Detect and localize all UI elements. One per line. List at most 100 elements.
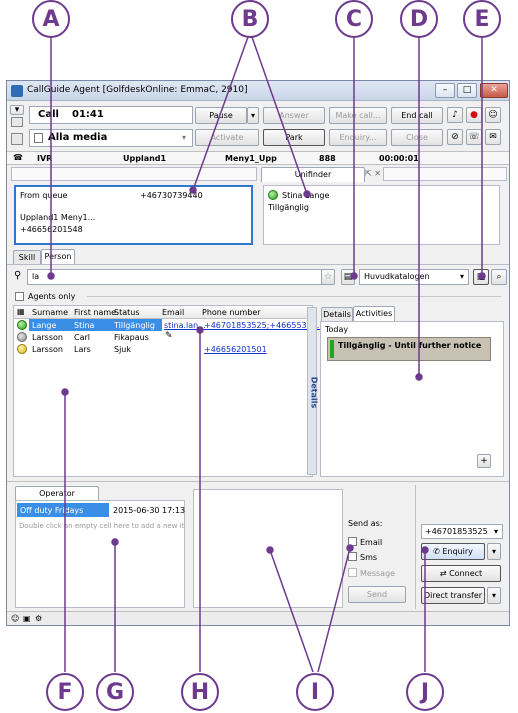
chat-icon[interactable]: ✉ xyxy=(485,129,501,145)
call-info-duration: 00:00:01 xyxy=(379,154,419,163)
contact-card-icon[interactable]: ▣ xyxy=(473,269,489,285)
music-note-icon[interactable]: ♪ xyxy=(447,107,463,123)
activity-text: Tillgänglig - Until further notice xyxy=(338,341,482,350)
operator-entry-row[interactable]: Off duty Fridays 2015-06-30 17:13 xyxy=(17,503,186,517)
email-note-icon[interactable]: ✎ xyxy=(165,331,173,341)
callout-h: H xyxy=(181,673,219,711)
transfer-divider xyxy=(415,485,416,609)
close-window-button[interactable]: ✕ xyxy=(480,83,508,98)
mute-icon[interactable]: ⊘ xyxy=(447,129,463,145)
direct-transfer-dropdown-button[interactable]: ▾ xyxy=(487,587,501,604)
card-icon[interactable]: ▣ xyxy=(23,614,31,623)
agent-status-icon[interactable]: ☺ xyxy=(485,107,501,123)
transfer-number: +46701853525 xyxy=(425,527,488,536)
unifinder-pin-close-icon[interactable]: ⇱ ✕ xyxy=(365,169,381,178)
tab-activities[interactable]: Activities xyxy=(353,306,395,321)
call-info-menu: Meny1_Upp xyxy=(225,154,277,163)
window-title: CallGuide Agent [GolfdeskOnline: EmmaC, … xyxy=(27,85,248,95)
tab-person[interactable]: Person xyxy=(41,249,75,264)
unifinder-name: Stina Lange xyxy=(282,191,330,200)
record-icon[interactable]: ● xyxy=(466,107,482,123)
search-input[interactable]: la xyxy=(27,269,329,285)
attachment-icon[interactable]: ⌕ xyxy=(491,269,507,285)
enquiry-dropdown-button[interactable]: ▾ xyxy=(487,543,501,560)
sms-checkbox[interactable] xyxy=(348,552,357,561)
restore-button[interactable]: □ xyxy=(457,83,477,98)
media-icon xyxy=(11,133,23,145)
activity-status-bar xyxy=(330,340,334,358)
callout-a: A xyxy=(32,0,70,38)
email-label: Email xyxy=(360,538,383,547)
available-status-icon xyxy=(268,190,278,200)
activate-button[interactable]: Activate xyxy=(195,129,259,146)
transfer-chevron-down-icon: ▾ xyxy=(494,527,499,536)
end-call-button[interactable]: End call xyxy=(391,107,443,124)
header-status[interactable]: Status xyxy=(114,308,140,317)
enquiry-button[interactable]: ✆ Enquiry xyxy=(421,543,485,560)
operator-entry-date: 2015-06-30 17:13 xyxy=(113,506,186,515)
search-value: la xyxy=(32,272,40,281)
status-bar: ☺ ▣ ⚙ xyxy=(7,611,509,625)
transfer-number-select[interactable]: +46701853525 ▾ xyxy=(421,524,503,539)
message-textarea[interactable] xyxy=(193,489,343,608)
column-config-icon[interactable]: ▦ xyxy=(17,307,25,316)
row-status: Sjuk xyxy=(114,345,132,354)
tab-skill[interactable]: Skill xyxy=(13,250,41,264)
unifinder-status: Tillgänglig xyxy=(268,203,309,212)
user-icon[interactable]: ☺ xyxy=(11,614,19,623)
settings-icon[interactable]: ⚙ xyxy=(35,614,42,623)
agents-only-checkbox[interactable] xyxy=(15,292,24,301)
connect-button[interactable]: ⇄ Connect xyxy=(421,565,501,582)
close-call-button[interactable]: Close xyxy=(391,129,443,146)
header-phone[interactable]: Phone number xyxy=(202,308,261,317)
media-select[interactable]: Alla media ▾ xyxy=(29,129,193,147)
row-status-break-icon xyxy=(17,332,27,342)
answer-button[interactable]: Answer xyxy=(263,107,325,124)
pause-button[interactable]: Pause xyxy=(195,107,247,124)
row-phone-link[interactable]: +46656201501 xyxy=(204,345,267,354)
pause-dropdown-button[interactable]: ▾ xyxy=(247,107,259,124)
table-row[interactable]: Larsson Carl Fikapaus ✎ xyxy=(14,331,312,343)
minimize-button[interactable]: – xyxy=(435,83,455,98)
headset-icon[interactable]: ☏ xyxy=(466,129,482,145)
tab-details[interactable]: Details xyxy=(321,307,353,321)
message-checkbox[interactable] xyxy=(348,568,357,577)
enquiry-phone-icon: ✆ xyxy=(433,547,443,556)
direct-transfer-button[interactable]: Direct transfer xyxy=(421,587,485,604)
queue-info-box: From queue +46730739440 Uppland1 Meny1..… xyxy=(14,185,253,245)
favorite-star-icon[interactable]: ☆ xyxy=(321,269,335,285)
title-bar: CallGuide Agent [GolfdeskOnline: EmmaC, … xyxy=(7,81,509,101)
call-icon xyxy=(11,117,23,127)
tab-unifinder[interactable]: Unifinder xyxy=(261,167,365,182)
header-surname[interactable]: Surname xyxy=(32,308,68,317)
operator-entry-text: Off duty Fridays xyxy=(20,506,84,515)
header-email[interactable]: Email xyxy=(162,308,184,317)
send-as-label: Send as: xyxy=(348,519,383,528)
make-call-button[interactable]: Make call... xyxy=(329,107,387,124)
table-row[interactable]: Larsson Lars Sjuk +46656201501 xyxy=(14,343,312,355)
details-side-tab[interactable]: Details xyxy=(307,307,318,475)
phone-icon: ☎ xyxy=(13,153,23,162)
add-activity-button[interactable]: + xyxy=(477,454,491,468)
connect-icon: ⇄ xyxy=(439,569,450,578)
unifinder-box: Stina Lange Tillgänglig xyxy=(263,185,500,245)
activity-item[interactable]: Tillgänglig - Until further notice xyxy=(327,337,491,361)
header-first-name[interactable]: First name xyxy=(74,308,116,317)
call-info-ivr: IVR xyxy=(37,154,53,163)
enquiry-label: Enquiry xyxy=(442,547,473,556)
row-status-available-icon xyxy=(17,320,27,330)
park-button[interactable]: Park xyxy=(263,129,325,146)
row-first-name: Stina xyxy=(74,321,95,330)
send-button[interactable]: Send xyxy=(348,586,406,603)
table-row[interactable]: Lange Stina Tillgänglig stina.lan... +46… xyxy=(14,319,324,331)
catalog-filter-icon[interactable]: ▤ xyxy=(341,269,355,285)
activities-panel: Today Tillgänglig - Until further notice… xyxy=(320,321,504,477)
enquiry-toolbar-button[interactable]: Enquiry... xyxy=(329,129,387,146)
results-table: ▦ Surname First name Status Email Phone … xyxy=(13,305,324,477)
tab-operator-information[interactable]: Operator information xyxy=(15,486,99,511)
today-label: Today xyxy=(325,325,349,334)
email-checkbox[interactable] xyxy=(348,537,357,546)
catalog-select[interactable]: Huvudkatalogen ▾ xyxy=(359,269,469,285)
row-email-link[interactable]: stina.lan... xyxy=(164,321,206,330)
menu-dropdown-icon[interactable]: ▾ xyxy=(10,105,24,115)
